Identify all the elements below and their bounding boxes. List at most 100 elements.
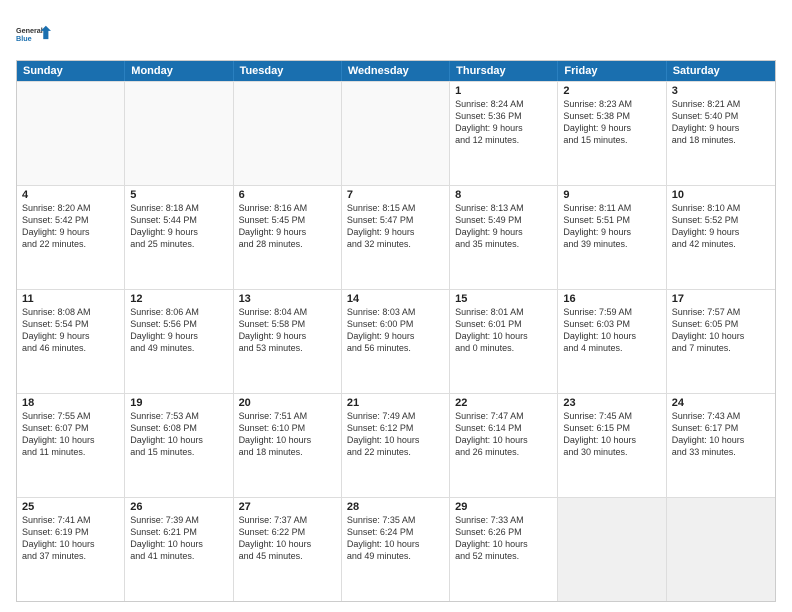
day-number: 8 (455, 189, 552, 201)
day-number: 11 (22, 293, 119, 305)
day-number: 28 (347, 501, 444, 513)
calendar: SundayMondayTuesdayWednesdayThursdayFrid… (16, 60, 776, 602)
cal-cell-week3-day3: 14Sunrise: 8:03 AM Sunset: 6:00 PM Dayli… (342, 290, 450, 393)
day-number: 7 (347, 189, 444, 201)
day-number: 14 (347, 293, 444, 305)
cal-header-cell-thursday: Thursday (450, 61, 558, 81)
day-info: Sunrise: 7:55 AM Sunset: 6:07 PM Dayligh… (22, 410, 119, 459)
day-number: 2 (563, 85, 660, 97)
cal-cell-week4-day1: 19Sunrise: 7:53 AM Sunset: 6:08 PM Dayli… (125, 394, 233, 497)
cal-cell-week5-day2: 27Sunrise: 7:37 AM Sunset: 6:22 PM Dayli… (234, 498, 342, 601)
day-info: Sunrise: 7:33 AM Sunset: 6:26 PM Dayligh… (455, 514, 552, 563)
day-number: 10 (672, 189, 770, 201)
calendar-header-row: SundayMondayTuesdayWednesdayThursdayFrid… (17, 61, 775, 81)
day-info: Sunrise: 8:23 AM Sunset: 5:38 PM Dayligh… (563, 98, 660, 147)
calendar-week-5: 25Sunrise: 7:41 AM Sunset: 6:19 PM Dayli… (17, 497, 775, 601)
calendar-week-1: 1Sunrise: 8:24 AM Sunset: 5:36 PM Daylig… (17, 81, 775, 185)
day-info: Sunrise: 8:13 AM Sunset: 5:49 PM Dayligh… (455, 202, 552, 251)
day-number: 25 (22, 501, 119, 513)
cal-cell-week1-day4: 1Sunrise: 8:24 AM Sunset: 5:36 PM Daylig… (450, 82, 558, 185)
day-info: Sunrise: 7:57 AM Sunset: 6:05 PM Dayligh… (672, 306, 770, 355)
day-info: Sunrise: 7:47 AM Sunset: 6:14 PM Dayligh… (455, 410, 552, 459)
day-number: 24 (672, 397, 770, 409)
day-number: 22 (455, 397, 552, 409)
day-info: Sunrise: 7:59 AM Sunset: 6:03 PM Dayligh… (563, 306, 660, 355)
day-info: Sunrise: 8:16 AM Sunset: 5:45 PM Dayligh… (239, 202, 336, 251)
cal-cell-week1-day1 (125, 82, 233, 185)
cal-cell-week5-day0: 25Sunrise: 7:41 AM Sunset: 6:19 PM Dayli… (17, 498, 125, 601)
cal-cell-week5-day4: 29Sunrise: 7:33 AM Sunset: 6:26 PM Dayli… (450, 498, 558, 601)
day-info: Sunrise: 7:35 AM Sunset: 6:24 PM Dayligh… (347, 514, 444, 563)
day-number: 27 (239, 501, 336, 513)
day-info: Sunrise: 8:01 AM Sunset: 6:01 PM Dayligh… (455, 306, 552, 355)
cal-cell-week2-day5: 9Sunrise: 8:11 AM Sunset: 5:51 PM Daylig… (558, 186, 666, 289)
day-info: Sunrise: 7:37 AM Sunset: 6:22 PM Dayligh… (239, 514, 336, 563)
day-number: 29 (455, 501, 552, 513)
cal-cell-week4-day3: 21Sunrise: 7:49 AM Sunset: 6:12 PM Dayli… (342, 394, 450, 497)
svg-text:General: General (16, 26, 43, 35)
day-number: 23 (563, 397, 660, 409)
day-number: 3 (672, 85, 770, 97)
day-info: Sunrise: 8:04 AM Sunset: 5:58 PM Dayligh… (239, 306, 336, 355)
cal-cell-week4-day6: 24Sunrise: 7:43 AM Sunset: 6:17 PM Dayli… (667, 394, 775, 497)
cal-cell-week3-day0: 11Sunrise: 8:08 AM Sunset: 5:54 PM Dayli… (17, 290, 125, 393)
cal-cell-week2-day3: 7Sunrise: 8:15 AM Sunset: 5:47 PM Daylig… (342, 186, 450, 289)
svg-text:Blue: Blue (16, 34, 32, 43)
cal-cell-week3-day4: 15Sunrise: 8:01 AM Sunset: 6:01 PM Dayli… (450, 290, 558, 393)
cal-header-cell-sunday: Sunday (17, 61, 125, 81)
day-info: Sunrise: 8:20 AM Sunset: 5:42 PM Dayligh… (22, 202, 119, 251)
day-info: Sunrise: 8:24 AM Sunset: 5:36 PM Dayligh… (455, 98, 552, 147)
day-number: 5 (130, 189, 227, 201)
cal-cell-week4-day5: 23Sunrise: 7:45 AM Sunset: 6:15 PM Dayli… (558, 394, 666, 497)
cal-cell-week1-day3 (342, 82, 450, 185)
cal-cell-week3-day2: 13Sunrise: 8:04 AM Sunset: 5:58 PM Dayli… (234, 290, 342, 393)
cal-cell-week5-day6 (667, 498, 775, 601)
day-number: 1 (455, 85, 552, 97)
day-number: 21 (347, 397, 444, 409)
day-number: 9 (563, 189, 660, 201)
day-info: Sunrise: 7:45 AM Sunset: 6:15 PM Dayligh… (563, 410, 660, 459)
day-number: 15 (455, 293, 552, 305)
cal-header-cell-saturday: Saturday (667, 61, 775, 81)
cal-cell-week2-day6: 10Sunrise: 8:10 AM Sunset: 5:52 PM Dayli… (667, 186, 775, 289)
cal-cell-week2-day1: 5Sunrise: 8:18 AM Sunset: 5:44 PM Daylig… (125, 186, 233, 289)
logo: General Blue (16, 16, 52, 52)
day-info: Sunrise: 8:03 AM Sunset: 6:00 PM Dayligh… (347, 306, 444, 355)
day-info: Sunrise: 7:39 AM Sunset: 6:21 PM Dayligh… (130, 514, 227, 563)
cal-cell-week4-day2: 20Sunrise: 7:51 AM Sunset: 6:10 PM Dayli… (234, 394, 342, 497)
day-info: Sunrise: 7:49 AM Sunset: 6:12 PM Dayligh… (347, 410, 444, 459)
cal-cell-week5-day5 (558, 498, 666, 601)
day-info: Sunrise: 8:21 AM Sunset: 5:40 PM Dayligh… (672, 98, 770, 147)
calendar-body: 1Sunrise: 8:24 AM Sunset: 5:36 PM Daylig… (17, 81, 775, 601)
calendar-week-2: 4Sunrise: 8:20 AM Sunset: 5:42 PM Daylig… (17, 185, 775, 289)
cal-cell-week1-day2 (234, 82, 342, 185)
day-info: Sunrise: 8:18 AM Sunset: 5:44 PM Dayligh… (130, 202, 227, 251)
cal-cell-week5-day1: 26Sunrise: 7:39 AM Sunset: 6:21 PM Dayli… (125, 498, 233, 601)
cal-cell-week2-day4: 8Sunrise: 8:13 AM Sunset: 5:49 PM Daylig… (450, 186, 558, 289)
day-info: Sunrise: 8:06 AM Sunset: 5:56 PM Dayligh… (130, 306, 227, 355)
cal-cell-week3-day5: 16Sunrise: 7:59 AM Sunset: 6:03 PM Dayli… (558, 290, 666, 393)
page: General Blue SundayMondayTuesdayWednesda… (0, 0, 792, 612)
cal-header-cell-tuesday: Tuesday (234, 61, 342, 81)
day-number: 20 (239, 397, 336, 409)
day-info: Sunrise: 7:43 AM Sunset: 6:17 PM Dayligh… (672, 410, 770, 459)
calendar-week-4: 18Sunrise: 7:55 AM Sunset: 6:07 PM Dayli… (17, 393, 775, 497)
cal-cell-week2-day2: 6Sunrise: 8:16 AM Sunset: 5:45 PM Daylig… (234, 186, 342, 289)
day-number: 4 (22, 189, 119, 201)
day-number: 26 (130, 501, 227, 513)
cal-cell-week5-day3: 28Sunrise: 7:35 AM Sunset: 6:24 PM Dayli… (342, 498, 450, 601)
calendar-week-3: 11Sunrise: 8:08 AM Sunset: 5:54 PM Dayli… (17, 289, 775, 393)
day-number: 17 (672, 293, 770, 305)
cal-cell-week1-day6: 3Sunrise: 8:21 AM Sunset: 5:40 PM Daylig… (667, 82, 775, 185)
day-number: 12 (130, 293, 227, 305)
day-info: Sunrise: 7:51 AM Sunset: 6:10 PM Dayligh… (239, 410, 336, 459)
cal-cell-week4-day0: 18Sunrise: 7:55 AM Sunset: 6:07 PM Dayli… (17, 394, 125, 497)
cal-cell-week3-day6: 17Sunrise: 7:57 AM Sunset: 6:05 PM Dayli… (667, 290, 775, 393)
cal-cell-week3-day1: 12Sunrise: 8:06 AM Sunset: 5:56 PM Dayli… (125, 290, 233, 393)
day-number: 13 (239, 293, 336, 305)
cal-header-cell-monday: Monday (125, 61, 233, 81)
cal-cell-week1-day0 (17, 82, 125, 185)
day-info: Sunrise: 7:53 AM Sunset: 6:08 PM Dayligh… (130, 410, 227, 459)
cal-header-cell-wednesday: Wednesday (342, 61, 450, 81)
day-info: Sunrise: 8:08 AM Sunset: 5:54 PM Dayligh… (22, 306, 119, 355)
